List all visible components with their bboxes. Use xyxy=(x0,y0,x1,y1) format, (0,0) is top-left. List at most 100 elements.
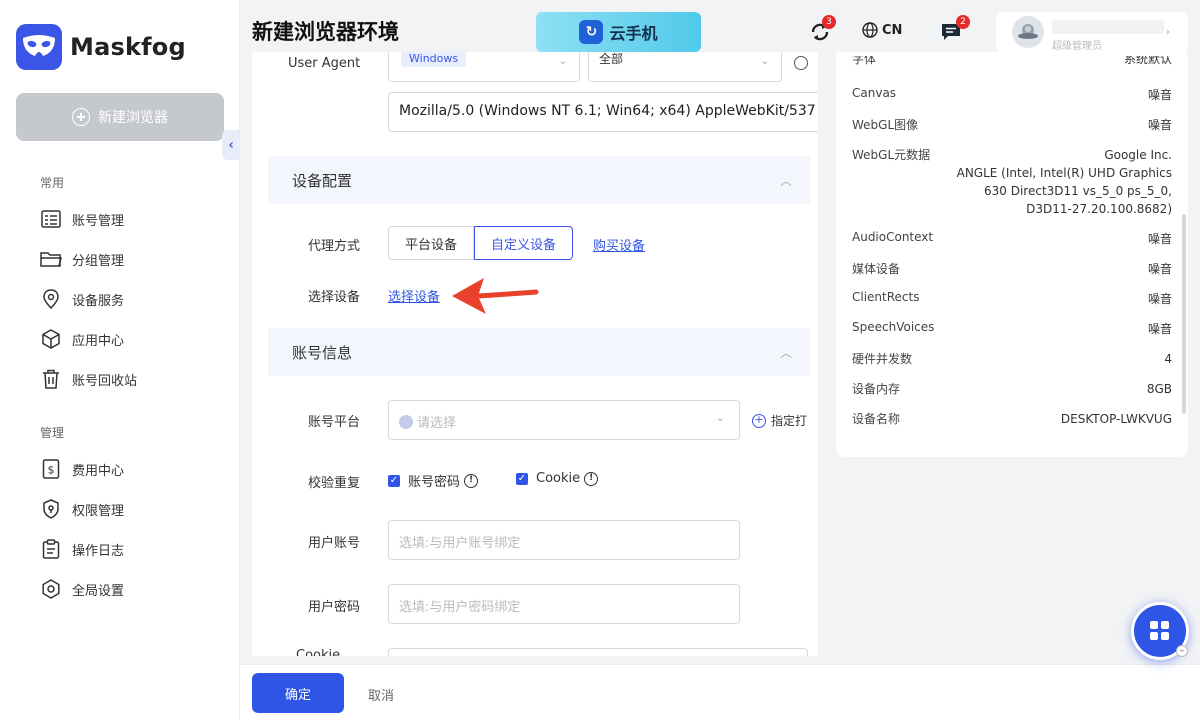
dollar-icon: $ xyxy=(40,458,62,480)
select-device-link[interactable]: 选择设备 xyxy=(388,286,440,305)
info-icon[interactable]: ! xyxy=(584,471,599,486)
sidebar-item-billing[interactable]: $ 费用中心 xyxy=(40,457,124,481)
language-switch[interactable]: CN xyxy=(862,22,902,38)
fp-value: Google Inc. ANGLE (Intel, Intel(R) UHD G… xyxy=(956,148,1172,216)
new-browser-button[interactable]: 新建浏览器 xyxy=(16,93,224,141)
sidebar-item-label: 账号管理 xyxy=(72,213,125,229)
user-menu[interactable]: 超级管理员 › xyxy=(996,12,1188,52)
section-title: 账号信息 xyxy=(292,343,353,362)
proxy-option-platform[interactable]: 平台设备 xyxy=(388,226,475,260)
dedup-password-checkbox[interactable]: ✓ 账号密码 ! xyxy=(388,471,479,490)
info-icon[interactable]: ! xyxy=(464,473,479,488)
password-input[interactable]: 选填:与用户密码绑定 xyxy=(388,584,740,624)
app-name: Maskfog xyxy=(70,33,186,61)
fp-key: WebGL图像 xyxy=(852,118,919,132)
section-label-manage: 管理 xyxy=(40,426,65,440)
sidebar-item-label: 权限管理 xyxy=(72,503,125,519)
cloud-phone-banner[interactable]: ↻ 云手机 xyxy=(536,12,701,52)
messages-button[interactable]: 2 xyxy=(940,15,970,46)
sidebar-item-group-management[interactable]: 分组管理 xyxy=(40,247,124,271)
form-footer: 确定 取消 xyxy=(240,664,1200,720)
checkbox-label: Cookie xyxy=(536,471,581,486)
fp-key: 设备名称 xyxy=(852,412,901,426)
fp-value: 系统默认 xyxy=(1123,56,1172,66)
sync-button[interactable]: 3 xyxy=(808,15,836,48)
select-device-label: 选择设备 xyxy=(308,290,361,305)
ua-os-select[interactable]: Windows ⌄ xyxy=(388,52,580,82)
platform-label: 账号平台 xyxy=(308,415,361,430)
platform-placeholder: 请选择 xyxy=(417,416,457,431)
sidebar-item-account-management[interactable]: 账号管理 xyxy=(40,207,124,231)
sidebar-item-global-settings[interactable]: 全局设置 xyxy=(40,577,124,601)
chevron-down-icon: ⌄ xyxy=(760,56,769,67)
chevron-up-icon: ︿ xyxy=(779,346,792,360)
avatar xyxy=(1012,16,1044,48)
dedup-label: 校验重复 xyxy=(308,476,361,491)
chevron-down-icon: ⌄ xyxy=(558,56,567,67)
shield-icon xyxy=(40,498,62,520)
ua-help-icon[interactable] xyxy=(794,56,808,70)
chevron-up-icon: ︿ xyxy=(779,174,792,188)
fp-value: 4 xyxy=(1164,352,1172,366)
fingerprint-summary-panel: 字体 系统默认 Canvas 噪音 WebGL图像 噪音 WebGL元数据 Go… xyxy=(836,52,1188,457)
fp-key: SpeechVoices xyxy=(852,320,935,334)
new-browser-label: 新建浏览器 xyxy=(98,110,168,126)
plus-circle-icon: + xyxy=(752,413,766,428)
grid-icon xyxy=(1150,621,1170,641)
trash-icon xyxy=(40,368,62,390)
collapse-sidebar-button[interactable]: ‹ xyxy=(222,130,240,160)
proxy-mode-label: 代理方式 xyxy=(308,239,361,254)
sidebar-item-app-center[interactable]: 应用中心 xyxy=(40,327,124,351)
fp-value: 噪音 xyxy=(1147,232,1172,246)
fp-value: 噪音 xyxy=(1147,292,1172,306)
right-panel-scrollbar[interactable] xyxy=(1182,214,1186,414)
dedup-cookie-checkbox[interactable]: ✓ Cookie ! xyxy=(516,471,599,486)
message-badge: 2 xyxy=(956,15,970,29)
username-label: 用户账号 xyxy=(308,536,361,551)
sidebar-item-device-service[interactable]: 设备服务 xyxy=(40,287,124,311)
fp-value: DESKTOP-LWKVUG xyxy=(1060,412,1172,426)
sidebar: Maskfog 新建浏览器 ‹ 常用 账号管理 分组管理 设备服务 应用中心 账… xyxy=(0,0,240,720)
cookie-label: Cookie xyxy=(296,648,341,656)
sidebar-item-permissions[interactable]: 权限管理 xyxy=(40,497,124,521)
username-input[interactable]: 选填:与用户账号绑定 xyxy=(388,520,740,560)
fp-key: 媒体设备 xyxy=(852,262,901,276)
fab-drag-handle-icon[interactable]: ⌁ xyxy=(1176,645,1188,657)
ua-version-value: 全部 xyxy=(599,52,624,66)
fp-value: 噪音 xyxy=(1147,88,1172,102)
browser-env-form: User Agent Windows ⌄ 全部 ⌄ Mozilla/5.0 (W… xyxy=(252,52,818,656)
proxy-mode-toggle: 平台设备 自定义设备 xyxy=(388,226,574,260)
checkbox-checked-icon: ✓ xyxy=(516,472,528,485)
os-chip[interactable]: Windows xyxy=(401,52,467,67)
cookie-input[interactable] xyxy=(388,648,808,656)
settings-icon xyxy=(40,578,62,600)
proxy-option-custom[interactable]: 自定义设备 xyxy=(474,226,574,260)
fp-key: Canvas xyxy=(852,86,897,100)
banner-label: 云手机 xyxy=(609,24,658,43)
sync-badge: 3 xyxy=(822,15,836,29)
sidebar-item-recycle-bin[interactable]: 账号回收站 xyxy=(40,367,137,391)
sidebar-item-label: 分组管理 xyxy=(72,253,125,269)
buy-device-link[interactable]: 购买设备 xyxy=(593,235,645,254)
cancel-button[interactable]: 取消 xyxy=(368,685,394,704)
fp-key: WebGL元数据 xyxy=(852,148,931,162)
assign-label: 指定打 xyxy=(771,414,808,428)
device-config-section[interactable]: 设备配置 ︿ xyxy=(268,156,810,204)
platform-select[interactable]: 请选择 ⌄ xyxy=(388,400,740,440)
sidebar-item-label: 全局设置 xyxy=(72,583,125,599)
confirm-button[interactable]: 确定 xyxy=(252,673,344,713)
sidebar-item-label: 操作日志 xyxy=(72,543,125,559)
assign-open-button[interactable]: + 指定打 xyxy=(752,412,807,429)
sidebar-item-operation-log[interactable]: 操作日志 xyxy=(40,537,124,561)
ua-version-select[interactable]: 全部 ⌄ xyxy=(588,52,782,82)
ua-string-field[interactable]: Mozilla/5.0 (Windows NT 6.1; Win64; x64)… xyxy=(388,92,818,132)
fp-key: 硬件并发数 xyxy=(852,352,913,366)
floating-apps-button[interactable]: ⌁ xyxy=(1131,602,1189,660)
globe-icon xyxy=(862,22,878,38)
page-title: 新建浏览器环境 xyxy=(252,20,399,44)
user-name xyxy=(1052,20,1164,34)
language-label: CN xyxy=(882,22,903,38)
mask-logo-icon xyxy=(16,24,62,70)
app-logo[interactable]: Maskfog xyxy=(16,24,186,70)
account-info-section[interactable]: 账号信息 ︿ xyxy=(268,328,810,376)
